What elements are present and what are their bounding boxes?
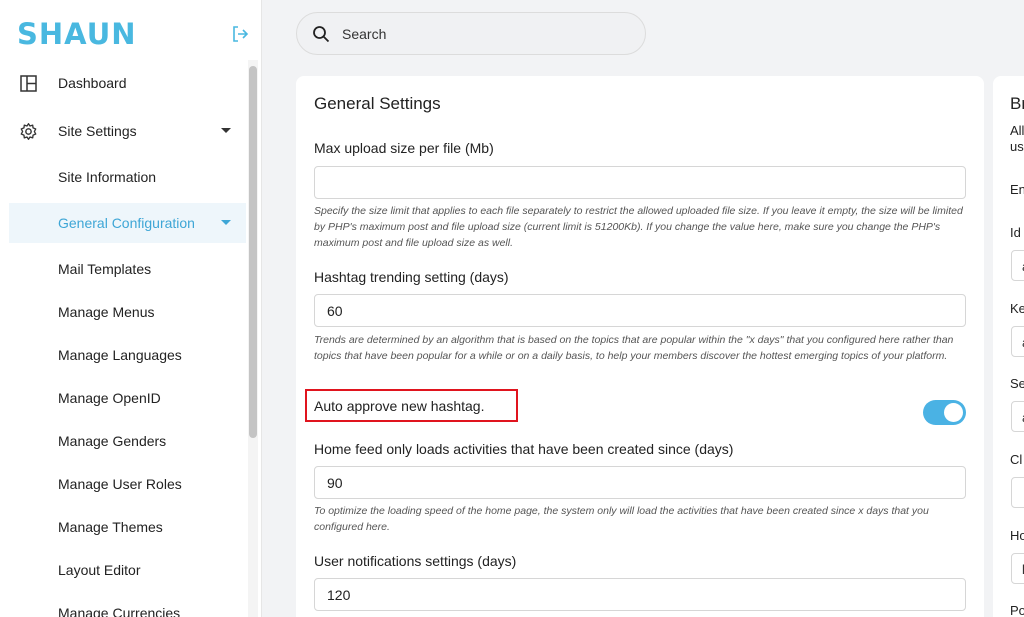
home-feed-label: Home feed only loads activities that hav… xyxy=(314,441,734,457)
sidebar-item-label: Site Information xyxy=(58,169,157,185)
sidebar-item-manage-menus[interactable]: Manage Menus xyxy=(0,292,246,332)
sidebar-item-layout-editor[interactable]: Layout Editor xyxy=(0,550,246,590)
sidebar-item-label: Manage Themes xyxy=(58,519,163,535)
hashtag-trending-hint: Trends are determined by an algorithm th… xyxy=(314,334,954,362)
right-card-input[interactable]: l xyxy=(1011,553,1024,584)
hashtag-trending-input[interactable] xyxy=(314,294,966,327)
user-notifications-input[interactable] xyxy=(314,578,966,611)
sidebar-item-label: Manage User Roles xyxy=(58,476,182,492)
chevron-down-icon xyxy=(221,128,231,133)
right-settings-card: Br All us En Id a Ke a Se a Cl Ho l Po xyxy=(993,76,1024,617)
sidebar-item-dashboard[interactable]: Dashboard xyxy=(0,63,246,103)
right-card-label: Ke xyxy=(1010,301,1024,316)
sidebar-item-label: Manage Currencies xyxy=(58,605,181,617)
search-bar[interactable]: Search xyxy=(296,12,646,55)
right-card-label: Po xyxy=(1010,603,1024,617)
gear-icon xyxy=(20,123,37,140)
right-card-label: Cl xyxy=(1010,452,1023,467)
search-icon xyxy=(313,26,330,43)
sidebar-item-label: Dashboard xyxy=(58,75,127,91)
home-feed-input[interactable] xyxy=(314,466,966,499)
right-card-label: Se xyxy=(1010,376,1024,391)
max-upload-hint: Specify the size limit that applies to e… xyxy=(314,205,963,249)
right-card-input[interactable]: a xyxy=(1011,326,1024,357)
sidebar-item-manage-user-roles[interactable]: Manage User Roles xyxy=(0,464,246,504)
right-card-label: En xyxy=(1010,182,1024,197)
sidebar-item-label: Mail Templates xyxy=(58,261,152,277)
auto-approve-toggle[interactable] xyxy=(923,400,966,425)
sidebar-item-manage-languages[interactable]: Manage Languages xyxy=(0,335,246,375)
sidebar-item-manage-openid[interactable]: Manage OpenID xyxy=(0,378,246,418)
right-card-input[interactable]: a xyxy=(1011,401,1024,432)
right-card-input[interactable]: a xyxy=(1011,250,1024,281)
app-logo[interactable]: SHAUN xyxy=(17,19,137,49)
search-input[interactable]: Search xyxy=(342,26,386,42)
general-settings-card: General Settings Max upload size per fil… xyxy=(296,76,984,617)
sidebar-item-manage-themes[interactable]: Manage Themes xyxy=(0,507,246,547)
chevron-down-icon xyxy=(221,220,231,225)
sidebar-item-manage-currencies[interactable]: Manage Currencies xyxy=(0,593,246,617)
dashboard-icon xyxy=(20,75,37,92)
sidebar-item-label: Site Settings xyxy=(58,123,137,139)
sidebar-item-label: General Configuration xyxy=(58,215,195,231)
sidebar-item-label: Manage Languages xyxy=(58,347,182,363)
logout-icon[interactable] xyxy=(230,24,250,44)
sidebar: SHAUN Dashboard Site Settings Site Infor… xyxy=(0,0,262,617)
sidebar-item-manage-genders[interactable]: Manage Genders xyxy=(0,421,246,461)
right-card-label: Id xyxy=(1010,225,1021,240)
toggle-knob xyxy=(944,403,963,422)
right-card-label: Ho xyxy=(1010,528,1024,543)
page-title: General Settings xyxy=(314,94,441,113)
sidebar-item-label: Manage Menus xyxy=(58,304,155,320)
sidebar-scrollbar-thumb[interactable] xyxy=(249,66,257,438)
hashtag-trending-label: Hashtag trending setting (days) xyxy=(314,269,509,285)
max-upload-label: Max upload size per file (Mb) xyxy=(314,140,494,156)
max-upload-input[interactable] xyxy=(314,166,966,199)
sidebar-item-site-information[interactable]: Site Information xyxy=(0,157,246,197)
sidebar-item-label: Manage OpenID xyxy=(58,390,161,406)
user-notifications-label: User notifications settings (days) xyxy=(314,553,517,569)
sidebar-item-mail-templates[interactable]: Mail Templates xyxy=(0,249,246,289)
home-feed-hint: To optimize the loading speed of the hom… xyxy=(314,505,929,533)
right-card-title: Br xyxy=(1010,94,1024,113)
auto-approve-label: Auto approve new hashtag. xyxy=(314,398,485,414)
right-card-desc: us xyxy=(1010,139,1024,154)
sidebar-item-site-settings[interactable]: Site Settings xyxy=(0,111,246,151)
right-card-desc: All xyxy=(1010,123,1024,138)
sidebar-item-label: Manage Genders xyxy=(58,433,167,449)
sidebar-item-general-configuration[interactable]: General Configuration xyxy=(9,203,246,243)
sidebar-item-label: Layout Editor xyxy=(58,562,141,578)
right-card-input[interactable] xyxy=(1011,477,1024,508)
